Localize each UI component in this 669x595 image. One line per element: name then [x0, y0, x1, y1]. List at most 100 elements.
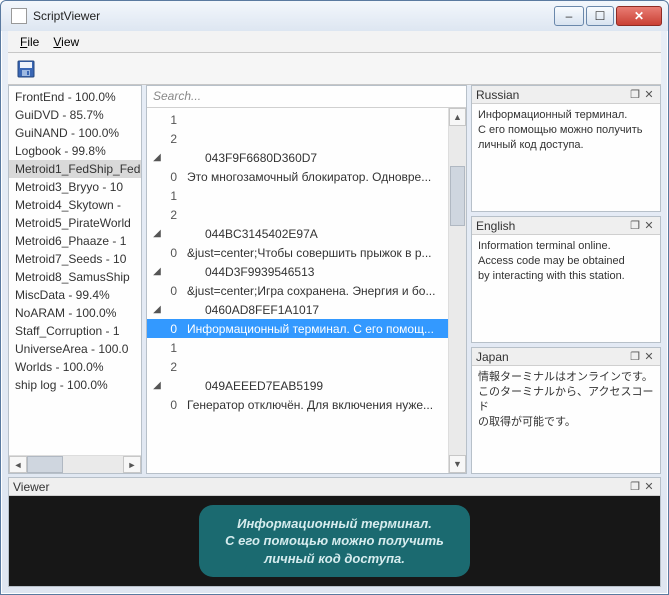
- undock-icon[interactable]: ❐: [628, 88, 642, 102]
- expand-toggle-icon[interactable]: ◢: [151, 380, 163, 391]
- row-index: 1: [163, 189, 187, 203]
- row-text: Генератор отключён. Для включения нуже..…: [187, 398, 444, 412]
- tree-group-header[interactable]: ◢044D3F9939546513: [147, 262, 448, 281]
- lang-box-english: English ❐ ✕ Information terminal online.…: [471, 216, 661, 343]
- viewer-panel: Viewer ❐ ✕ Информационный терминал.С его…: [8, 477, 661, 587]
- tree-row[interactable]: 1: [147, 110, 448, 129]
- lang-head[interactable]: English ❐ ✕: [472, 217, 660, 235]
- file-list-item[interactable]: Metroid3_Bryyo - 10: [9, 178, 141, 196]
- file-list-panel: FrontEnd - 100.0%GuiDVD - 85.7%GuiNAND -…: [8, 85, 142, 474]
- window-controls: – ☐ ✕: [554, 6, 662, 26]
- tree-row[interactable]: 2: [147, 205, 448, 224]
- tree-row[interactable]: 1: [147, 186, 448, 205]
- viewer-stage: Информационный терминал.С его помощью мо…: [9, 496, 660, 586]
- file-list-item[interactable]: Worlds - 100.0%: [9, 358, 141, 376]
- save-button[interactable]: [14, 57, 38, 81]
- row-index: 2: [163, 360, 187, 374]
- file-list-item[interactable]: Metroid5_PirateWorld: [9, 214, 141, 232]
- undock-icon[interactable]: ❐: [628, 480, 642, 494]
- file-list-item[interactable]: Logbook - 99.8%: [9, 142, 141, 160]
- scroll-thumb[interactable]: [27, 456, 63, 473]
- file-list[interactable]: FrontEnd - 100.0%GuiDVD - 85.7%GuiNAND -…: [9, 86, 141, 455]
- tree-row[interactable]: 2: [147, 129, 448, 148]
- file-list-item[interactable]: GuiDVD - 85.7%: [9, 106, 141, 124]
- app-icon: [11, 8, 27, 24]
- file-list-item[interactable]: Metroid1_FedShip_Fed: [9, 160, 141, 178]
- tree-vscroll[interactable]: ▲ ▼: [448, 108, 466, 473]
- scroll-left-button[interactable]: ◄: [9, 456, 27, 473]
- viewer-head[interactable]: Viewer ❐ ✕: [9, 478, 660, 496]
- undock-icon[interactable]: ❐: [628, 219, 642, 233]
- scroll-down-button[interactable]: ▼: [449, 455, 466, 473]
- row-text: Это многозамочный блокиратор. Одновре...: [187, 170, 444, 184]
- content-area: FrontEnd - 100.0%GuiDVD - 85.7%GuiNAND -…: [8, 85, 661, 474]
- lang-head[interactable]: Japan ❐ ✕: [472, 348, 660, 366]
- file-list-item[interactable]: NoARAM - 100.0%: [9, 304, 141, 322]
- file-list-item[interactable]: FrontEnd - 100.0%: [9, 88, 141, 106]
- tree-group-header[interactable]: ◢0460AD8FEF1A1017: [147, 300, 448, 319]
- lang-text-russian[interactable]: Информационный терминал.С его помощью мо…: [472, 104, 660, 157]
- lang-title: Japan: [476, 350, 628, 364]
- file-list-item[interactable]: Metroid7_Seeds - 10: [9, 250, 141, 268]
- tree-row[interactable]: 0Это многозамочный блокиратор. Одновре..…: [147, 167, 448, 186]
- file-list-item[interactable]: GuiNAND - 100.0%: [9, 124, 141, 142]
- window-title: ScriptViewer: [33, 9, 554, 23]
- tree-row[interactable]: 2: [147, 357, 448, 376]
- row-index: 0: [163, 322, 187, 336]
- menu-view[interactable]: View: [47, 33, 85, 51]
- expand-toggle-icon[interactable]: ◢: [151, 152, 163, 163]
- file-list-item[interactable]: UniverseArea - 100.0: [9, 340, 141, 358]
- expand-toggle-icon[interactable]: ◢: [151, 228, 163, 239]
- close-icon[interactable]: ✕: [642, 219, 656, 233]
- lang-box-japan: Japan ❐ ✕ 情報ターミナルはオンラインです。このターミナルから、アクセス…: [471, 347, 661, 474]
- close-icon[interactable]: ✕: [642, 480, 656, 494]
- translations-column: Russian ❐ ✕ Информационный терминал.С ег…: [471, 85, 661, 474]
- titlebar[interactable]: ScriptViewer – ☐ ✕: [1, 1, 668, 31]
- row-index: 1: [163, 113, 187, 127]
- tree-row[interactable]: 0Информационный терминал. С его помощ...: [147, 319, 448, 338]
- close-icon[interactable]: ✕: [642, 350, 656, 364]
- tree-group-header[interactable]: ◢049AEEED7EAB5199: [147, 376, 448, 395]
- viewer-title: Viewer: [13, 480, 628, 494]
- tree-row[interactable]: 1: [147, 338, 448, 357]
- string-tree[interactable]: 12◢043F9F6680D360D70Это многозамочный бл…: [147, 108, 466, 473]
- close-button[interactable]: ✕: [616, 6, 662, 26]
- row-index: 2: [163, 208, 187, 222]
- row-index: 0: [163, 170, 187, 184]
- scroll-track[interactable]: [27, 456, 123, 473]
- file-list-item[interactable]: MiscData - 99.4%: [9, 286, 141, 304]
- file-list-item[interactable]: Metroid6_Phaaze - 1: [9, 232, 141, 250]
- search-input[interactable]: Search...: [147, 86, 466, 108]
- scroll-right-button[interactable]: ►: [123, 456, 141, 473]
- lang-text-english[interactable]: Information terminal online.Access code …: [472, 235, 660, 288]
- preview-bubble: Информационный терминал.С его помощью мо…: [199, 505, 470, 578]
- lang-head[interactable]: Russian ❐ ✕: [472, 86, 660, 104]
- row-text: &just=center;Чтобы совершить прыжок в р.…: [187, 246, 444, 260]
- tree-group-header[interactable]: ◢044BC3145402E97A: [147, 224, 448, 243]
- tree-group-header[interactable]: ◢043F9F6680D360D7: [147, 148, 448, 167]
- file-list-item[interactable]: Staff_Corruption - 1: [9, 322, 141, 340]
- tree-panel: Search... 12◢043F9F6680D360D70Это многоз…: [146, 85, 467, 474]
- row-index: 0: [163, 246, 187, 260]
- expand-toggle-icon[interactable]: ◢: [151, 266, 163, 277]
- tree-row[interactable]: 0Генератор отключён. Для включения нуже.…: [147, 395, 448, 414]
- minimize-button[interactable]: –: [554, 6, 584, 26]
- file-list-item[interactable]: Metroid4_Skytown -: [9, 196, 141, 214]
- lang-text-japan[interactable]: 情報ターミナルはオンラインです。このターミナルから、アクセスコードの取得が可能で…: [472, 366, 660, 433]
- file-list-item[interactable]: Metroid8_SamusShip: [9, 268, 141, 286]
- row-text: Информационный терминал. С его помощ...: [187, 322, 444, 336]
- tree-row[interactable]: 0&just=center;Игра сохранена. Энергия и …: [147, 281, 448, 300]
- scroll-up-button[interactable]: ▲: [449, 108, 466, 126]
- close-icon[interactable]: ✕: [642, 88, 656, 102]
- tree-row[interactable]: 0&just=center;Чтобы совершить прыжок в р…: [147, 243, 448, 262]
- file-list-item[interactable]: ship log - 100.0%: [9, 376, 141, 394]
- menu-file[interactable]: File: [14, 33, 45, 51]
- lang-title: Russian: [476, 88, 628, 102]
- row-index: 1: [163, 341, 187, 355]
- file-list-hscroll[interactable]: ◄ ►: [9, 455, 141, 473]
- scroll-thumb[interactable]: [450, 166, 465, 226]
- undock-icon[interactable]: ❐: [628, 350, 642, 364]
- expand-toggle-icon[interactable]: ◢: [151, 304, 163, 315]
- maximize-button[interactable]: ☐: [586, 6, 614, 26]
- scroll-track[interactable]: [449, 126, 466, 455]
